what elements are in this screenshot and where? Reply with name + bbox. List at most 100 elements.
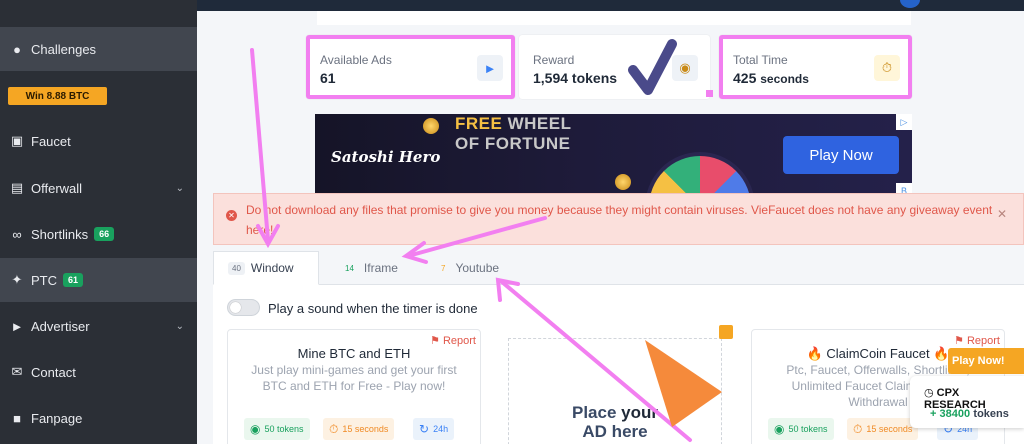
avatar[interactable] xyxy=(900,0,920,8)
available-ads-card: Available Ads 61 ► xyxy=(306,35,515,99)
tab-label: Youtube xyxy=(455,261,500,275)
refresh-icon: ↻ xyxy=(419,422,430,436)
chevron-down-icon: ⌄ xyxy=(175,182,184,194)
tab-label: Window xyxy=(250,261,294,275)
coins-icon: ◉ xyxy=(774,422,785,436)
cpx-gain-unit: tokens xyxy=(973,408,1009,420)
top-panel-edge xyxy=(317,11,911,25)
ad-description: Just play mini-games and get your first … xyxy=(251,363,457,393)
tab-youtube[interactable]: 7 Youtube xyxy=(423,251,513,285)
ad-title: Mine BTC and ETH xyxy=(297,346,411,361)
ad-network-icon xyxy=(719,325,733,339)
tab-count: 14 xyxy=(345,263,354,273)
banner-ad[interactable]: FREE WHEEL OF FORTUNE Satoshi Hero Play … xyxy=(315,114,912,199)
sidebar-item-label: PTC xyxy=(31,272,57,288)
token-reward-text: 50 tokens xyxy=(264,424,304,434)
gift-icon: ▣ xyxy=(10,133,24,148)
period-chip: ↻ 24h xyxy=(413,418,455,440)
total-time-number: 425 xyxy=(733,70,757,86)
tab-window[interactable]: 40 Window xyxy=(213,251,319,285)
ptc-ad-card[interactable]: ⚑ Report Mine BTC and ETH Just play mini… xyxy=(227,329,481,444)
coins-icon: ◉ xyxy=(672,55,698,81)
fire-icon: ● xyxy=(13,41,21,57)
facebook-icon: ■ xyxy=(13,410,21,426)
sound-toggle[interactable] xyxy=(227,299,260,316)
tab-label: Iframe xyxy=(363,261,398,275)
ad-title-text: ClaimCoin Faucet xyxy=(826,346,930,361)
token-reward-chip: ◉ 50 tokens xyxy=(768,418,834,440)
duration-text: 15 seconds xyxy=(342,424,389,434)
sidebar: ● Challenges Win 8.88 BTC ▣ Faucet ▤ Off… xyxy=(0,0,197,444)
ad-placeholder-line1: Place your xyxy=(509,403,721,422)
total-time-value: 425 seconds xyxy=(733,70,809,86)
ad-placeholder-line2: AD here xyxy=(582,422,648,441)
sidebar-item-label: Contact xyxy=(31,364,76,380)
banner-free-text: FREE xyxy=(455,114,503,133)
stopwatch-icon: ⏱ xyxy=(329,421,339,436)
tab-count: 7 xyxy=(441,263,446,273)
total-time-card: Total Time 425 seconds ⏱ xyxy=(719,35,912,99)
ad-placeholder-text: Place your AD here xyxy=(509,403,721,441)
sidebar-item-ptc[interactable]: ✦ PTC 61 xyxy=(0,258,197,302)
sidebar-item-label: Challenges xyxy=(31,41,97,57)
duration-text: 15 seconds xyxy=(866,424,913,434)
sidebar-item-fanpage[interactable]: ■ Fanpage xyxy=(0,396,197,440)
toggle-knob xyxy=(230,302,241,313)
stopwatch-icon: ⏱ xyxy=(853,421,863,436)
reward-label: Reward xyxy=(533,53,575,67)
banner-headline-line2: OF FORTUNE xyxy=(455,134,571,153)
ptc-tabs: 40 Window 14 Iframe 7 Youtube xyxy=(213,251,1024,285)
coin-decoration xyxy=(615,174,631,190)
sound-toggle-label: Play a sound when the timer is done xyxy=(268,301,478,316)
cpx-gain: + 38400 tokens xyxy=(930,406,1009,420)
place-text: Place xyxy=(572,403,622,422)
banner-headline: FREE WHEEL OF FORTUNE xyxy=(455,114,571,154)
win-btc-button[interactable]: Win 8.88 BTC xyxy=(8,87,107,105)
tab-iframe[interactable]: 14 Iframe xyxy=(327,251,412,285)
error-icon: ✕ xyxy=(226,210,237,221)
coins-icon: ◉ xyxy=(250,422,261,436)
ad-placeholder[interactable]: Place your AD here xyxy=(508,325,733,444)
sidebar-item-faucet[interactable]: ▣ Faucet xyxy=(0,119,197,163)
sidebar-item-offerwall[interactable]: ▤ Offerwall ⌄ xyxy=(0,166,197,210)
sidebar-item-advertiser[interactable]: ► Advertiser ⌄ xyxy=(0,304,197,348)
sidebar-item-label: Faucet xyxy=(31,133,71,149)
total-time-label: Total Time xyxy=(733,53,788,67)
top-bar xyxy=(197,0,1024,11)
tab-count: 40 xyxy=(228,261,245,275)
link-icon: ∞ xyxy=(12,226,22,242)
megaphone-icon: ► xyxy=(477,55,503,81)
cpx-play-now-button[interactable]: Play Now! xyxy=(948,348,1024,374)
shortlinks-count-badge: 66 xyxy=(94,227,115,241)
token-reward-chip: ◉ 50 tokens xyxy=(244,418,310,440)
warning-alert: ✕ Do not download any files that promise… xyxy=(213,193,1024,245)
wheel-of-fortune-graphic xyxy=(645,152,755,199)
reward-card: Reward 1,594 tokens ◉ xyxy=(519,35,710,99)
available-ads-label: Available Ads xyxy=(320,53,392,67)
megaphone-icon: ► xyxy=(10,318,24,334)
sidebar-item-label: Offerwall xyxy=(31,180,83,196)
stopwatch-icon: ⏱ xyxy=(874,55,900,81)
period-text: 24h xyxy=(433,424,449,434)
ad-choices-icon[interactable]: ▷ xyxy=(896,114,912,130)
your-text: your xyxy=(621,403,658,422)
sidebar-item-shortlinks[interactable]: ∞ Shortlinks 66 xyxy=(0,212,197,256)
coin-decoration xyxy=(423,118,439,134)
clipboard-icon: ▤ xyxy=(10,180,24,195)
reward-value: 1,594 tokens xyxy=(533,70,618,86)
sidebar-item-label: Shortlinks xyxy=(31,226,89,242)
ptc-count-badge: 61 xyxy=(63,273,84,287)
close-icon[interactable]: ✕ xyxy=(997,204,1007,224)
sidebar-item-challenges[interactable]: ● Challenges xyxy=(0,27,197,71)
envelope-icon: ✉ xyxy=(11,364,23,379)
sidebar-item-contact[interactable]: ✉ Contact xyxy=(0,350,197,394)
cpx-research-widget[interactable]: ◷ CPX RESEARCH + 38400 tokens xyxy=(910,376,1024,428)
token-reward-text: 50 tokens xyxy=(788,424,828,434)
duration-chip: ⏱ 15 seconds xyxy=(847,418,919,440)
cpx-gain-value: + 38400 xyxy=(930,408,971,420)
play-now-button[interactable]: Play Now xyxy=(783,136,899,174)
available-ads-value: 61 xyxy=(320,70,336,86)
banner-headline-line1: FREE WHEEL xyxy=(455,114,571,134)
banner-brand: Satoshi Hero xyxy=(331,148,441,166)
total-time-unit: seconds xyxy=(760,72,809,86)
